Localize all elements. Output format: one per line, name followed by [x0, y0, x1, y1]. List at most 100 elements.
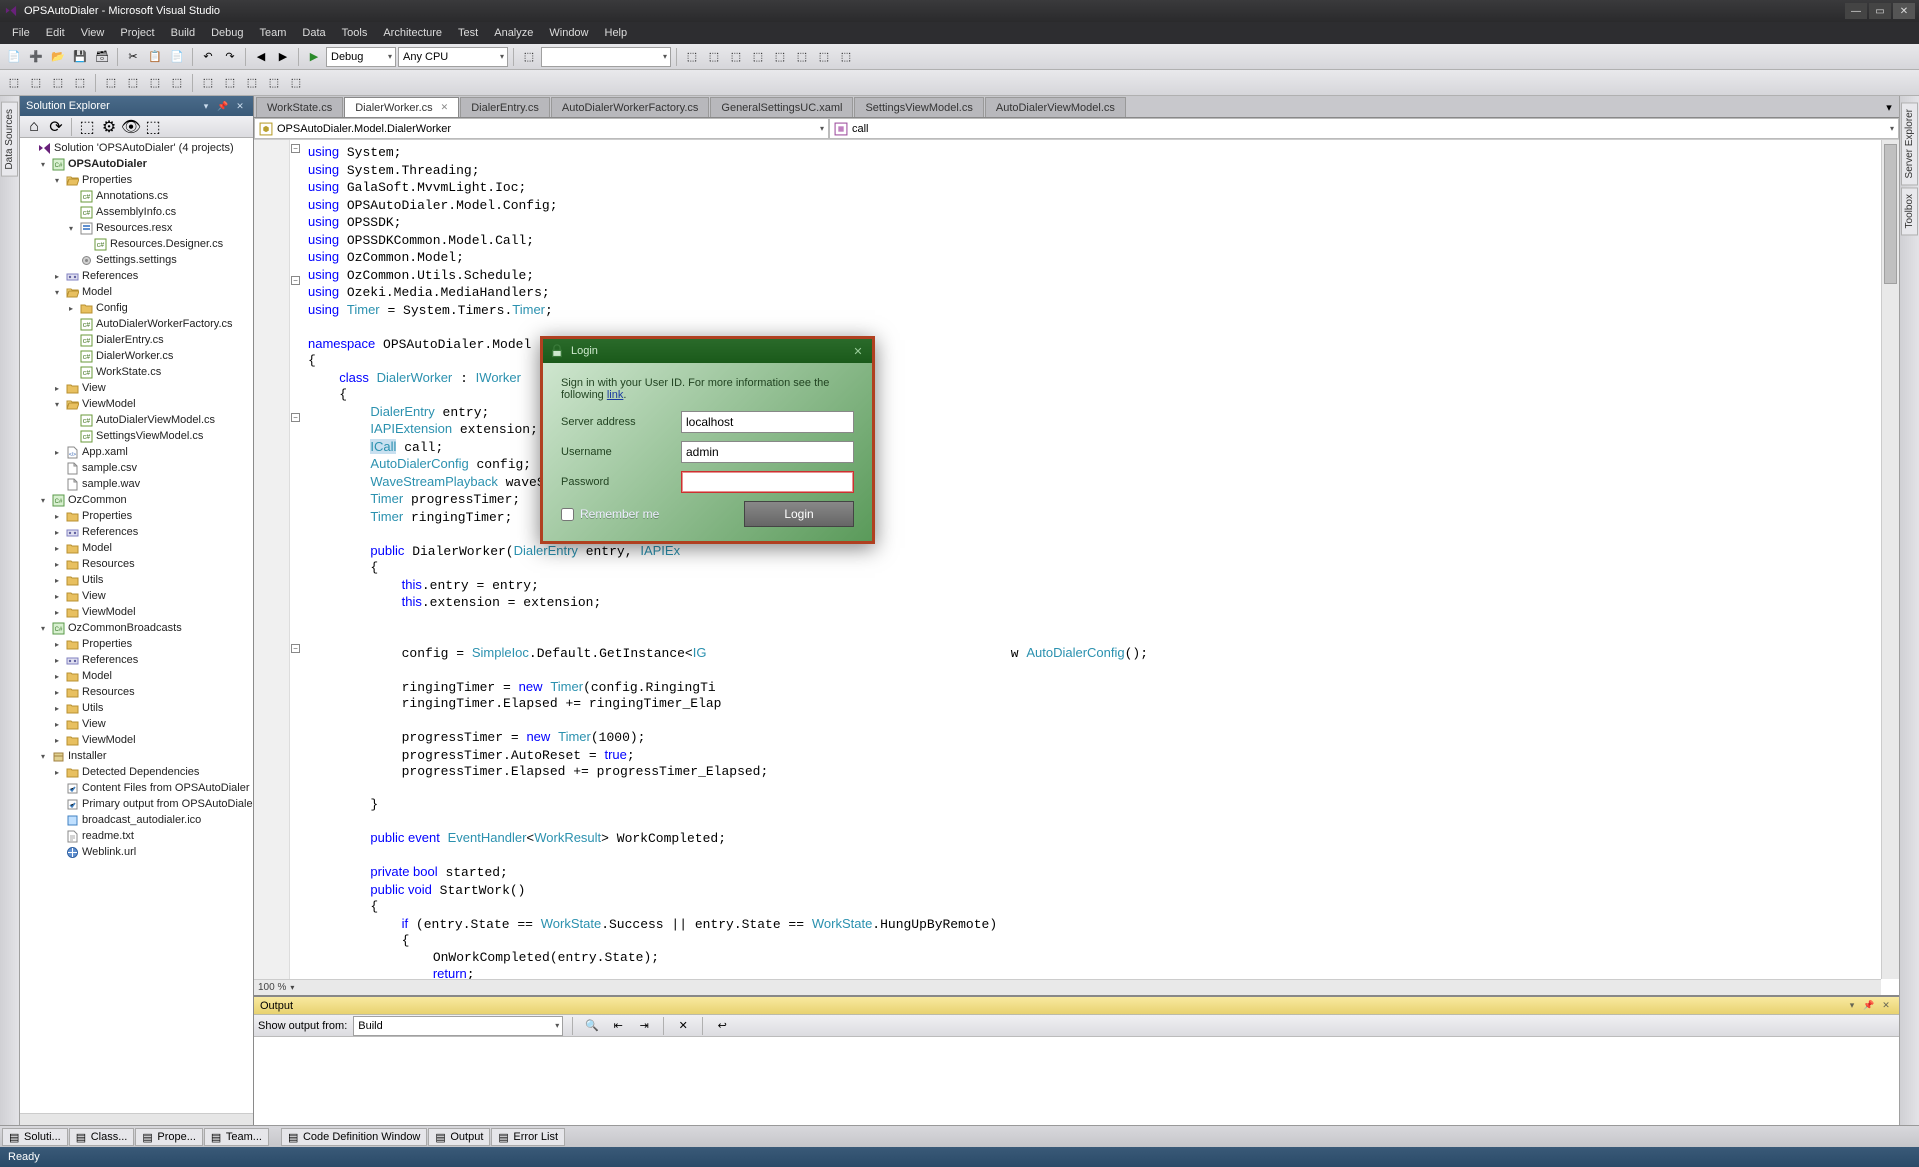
tree-item[interactable]: ▸Resources	[50, 685, 140, 699]
menu-tools[interactable]: Tools	[334, 25, 376, 41]
tab-workstate-cs[interactable]: WorkState.cs	[256, 97, 343, 117]
tab-settingsviewmodel-cs[interactable]: SettingsViewModel.cs	[854, 97, 983, 117]
expand-icon[interactable]: ▸	[52, 640, 62, 649]
bottom-tab-left[interactable]: ▤Class...	[69, 1128, 135, 1146]
output-source-combo[interactable]: Build	[353, 1016, 563, 1036]
output-find-button[interactable]: 🔍	[582, 1016, 602, 1036]
tree-item[interactable]: ▸Config	[64, 301, 235, 315]
bottom-tab-error-list[interactable]: ▤Error List	[491, 1128, 565, 1146]
tree-item[interactable]: sample.csv	[50, 461, 235, 475]
tb-misc-8[interactable]: ⬚	[836, 47, 856, 67]
expand-icon[interactable]: ▸	[52, 592, 62, 601]
server-input[interactable]	[681, 411, 854, 433]
sol-tb-showall[interactable]: ⬚	[77, 117, 97, 137]
expand-icon[interactable]: ▸	[52, 512, 62, 521]
bottom-tab-code-definition-window[interactable]: ▤Code Definition Window	[281, 1128, 427, 1146]
output-clear-button[interactable]: ✕	[673, 1016, 693, 1036]
expand-icon[interactable]: ▾	[38, 496, 48, 505]
tb2-7[interactable]: ⬚	[145, 73, 165, 93]
tab-autodialerviewmodel-cs[interactable]: AutoDialerViewModel.cs	[985, 97, 1126, 117]
tb-misc-3[interactable]: ⬚	[726, 47, 746, 67]
menu-build[interactable]: Build	[163, 25, 203, 41]
menu-edit[interactable]: Edit	[38, 25, 73, 41]
tb-misc-6[interactable]: ⬚	[792, 47, 812, 67]
expand-icon[interactable]: ▸	[52, 272, 62, 281]
bottom-tab-left[interactable]: ▤Prope...	[135, 1128, 203, 1146]
code-editor[interactable]: − − − − using System; using System.Threa…	[254, 140, 1899, 995]
panel-dropdown-button[interactable]: ▾	[199, 99, 213, 113]
tb2-4[interactable]: ⬚	[70, 73, 90, 93]
expand-icon[interactable]: ▸	[52, 576, 62, 585]
expand-icon[interactable]: ▾	[52, 288, 62, 297]
tree-item[interactable]: sample.wav	[50, 477, 235, 491]
output-close-button[interactable]: ✕	[1879, 999, 1893, 1013]
tree-item[interactable]: ▾ViewModel	[50, 397, 235, 411]
panel-close-button[interactable]: ✕	[233, 99, 247, 113]
nav-fwd-button[interactable]: ▶	[273, 47, 293, 67]
tree-item[interactable]: ▸App.xaml	[50, 445, 235, 459]
menu-team[interactable]: Team	[252, 25, 295, 41]
save-all-button[interactable]: 🗃	[92, 47, 112, 67]
tb2-3[interactable]: ⬚	[48, 73, 68, 93]
output-dropdown-button[interactable]: ▾	[1845, 999, 1859, 1013]
tb2-6[interactable]: ⬚	[123, 73, 143, 93]
login-title-bar[interactable]: Login ✕	[543, 339, 872, 363]
tree-item[interactable]: ▾Installer	[36, 749, 253, 763]
tab-close-icon[interactable]: ✕	[441, 102, 449, 113]
tab-dialerworker-cs[interactable]: DialerWorker.cs✕	[344, 97, 459, 117]
menu-project[interactable]: Project	[112, 25, 162, 41]
config-combo[interactable]: Debug	[326, 47, 396, 67]
tree-item[interactable]: Settings.settings	[64, 253, 225, 267]
source-code[interactable]: using System; using System.Threading; us…	[308, 144, 1877, 984]
remember-me-checkbox[interactable]	[561, 508, 574, 521]
tb2-8[interactable]: ⬚	[167, 73, 187, 93]
sol-tb-home[interactable]: ⌂	[24, 117, 44, 137]
sol-tb-refresh[interactable]: ⟳	[46, 117, 66, 137]
close-button[interactable]: ✕	[1893, 3, 1915, 19]
tb2-2[interactable]: ⬚	[26, 73, 46, 93]
tree-item[interactable]: ▸Model	[50, 669, 140, 683]
tab-generalsettingsuc-xaml[interactable]: GeneralSettingsUC.xaml	[710, 97, 853, 117]
tree-item[interactable]: Weblink.url	[50, 845, 253, 859]
solution-tree[interactable]: Solution 'OPSAutoDialer' (4 projects)▾OP…	[20, 138, 253, 1113]
panel-pin-button[interactable]: 📌	[216, 99, 230, 113]
open-button[interactable]: 📂	[48, 47, 68, 67]
expand-icon[interactable]: ▸	[52, 688, 62, 697]
new-project-button[interactable]: 📄	[4, 47, 24, 67]
tab-autodialerworkerfactory-cs[interactable]: AutoDialerWorkerFactory.cs	[551, 97, 710, 117]
tree-item[interactable]: Content Files from OPSAutoDialer (Active…	[50, 781, 253, 795]
tb-misc-5[interactable]: ⬚	[770, 47, 790, 67]
expand-icon[interactable]: ▸	[52, 528, 62, 537]
expand-icon[interactable]: ▸	[52, 384, 62, 393]
tree-item[interactable]: ▸Model	[50, 541, 140, 555]
tree-item[interactable]: Primary output from OPSAutoDialer (Activ…	[50, 797, 253, 811]
output-wrap-button[interactable]: ↩	[712, 1016, 732, 1036]
server-explorer-tab[interactable]: Server Explorer	[1901, 102, 1918, 185]
tree-item[interactable]: Resources.Designer.cs	[78, 237, 225, 251]
tree-item[interactable]: ▸References	[50, 525, 140, 539]
menu-help[interactable]: Help	[597, 25, 636, 41]
tab-dialerentry-cs[interactable]: DialerEntry.cs	[460, 97, 550, 117]
bottom-tab-left[interactable]: ▤Team...	[204, 1128, 269, 1146]
tree-item[interactable]: ▸Resources	[50, 557, 140, 571]
tree-item[interactable]: ▾OzCommon	[36, 493, 253, 507]
tb-misc-7[interactable]: ⬚	[814, 47, 834, 67]
expand-icon[interactable]: ▸	[52, 544, 62, 553]
expand-icon[interactable]: ▸	[52, 720, 62, 729]
find-combo[interactable]	[541, 47, 671, 67]
expand-icon[interactable]: ▾	[66, 224, 76, 233]
menu-data[interactable]: Data	[294, 25, 333, 41]
tree-item[interactable]: ▸References	[50, 653, 140, 667]
zoom-combo[interactable]: 100 %	[258, 982, 294, 993]
output-next-button[interactable]: ⇥	[634, 1016, 654, 1036]
tree-item[interactable]: ▾OzCommonBroadcasts	[36, 621, 253, 635]
sol-tb-view[interactable]: 👁	[121, 117, 141, 137]
tree-item[interactable]: ▸View	[50, 717, 140, 731]
tb-misc-4[interactable]: ⬚	[748, 47, 768, 67]
expand-icon[interactable]: ▸	[52, 672, 62, 681]
tree-item[interactable]: AutoDialerWorkerFactory.cs	[64, 317, 235, 331]
menu-view[interactable]: View	[73, 25, 113, 41]
expand-icon[interactable]: ▸	[52, 656, 62, 665]
minimize-button[interactable]: —	[1845, 3, 1867, 19]
tb-misc-1[interactable]: ⬚	[682, 47, 702, 67]
